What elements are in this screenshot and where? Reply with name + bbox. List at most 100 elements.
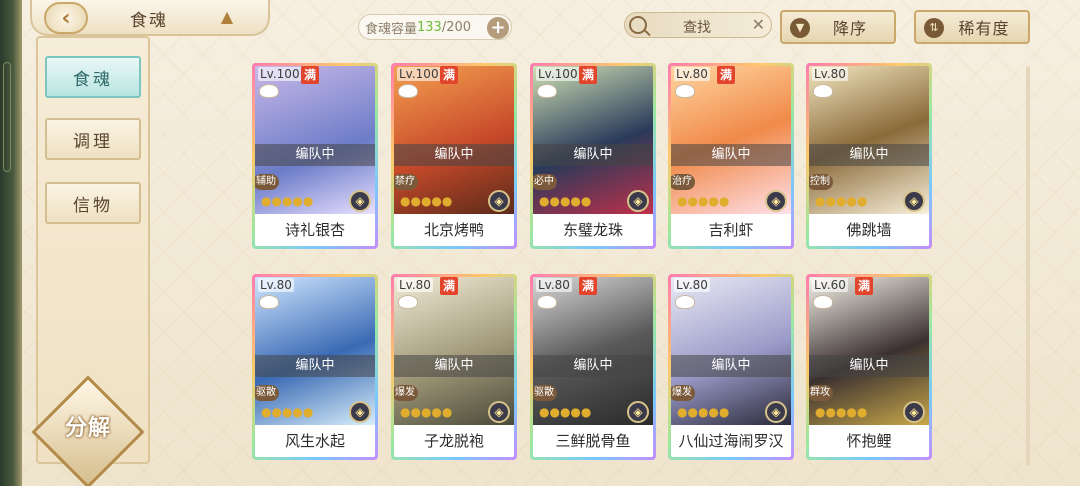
- sidebar-item-token[interactable]: 信物: [45, 182, 141, 224]
- in-team-banner: 编队中: [255, 355, 375, 377]
- food-soul-card[interactable]: Lv.80 满 编队中 爆发 ●●●●● ◈ 子龙脱袍: [391, 274, 517, 460]
- card-inner: Lv.80 编队中 控制 ●●●●● ◈ 佛跳墙: [809, 66, 929, 246]
- card-inner: Lv.60 满 编队中 群攻 ●●●●● ◈ 怀抱鲤: [809, 277, 929, 457]
- food-soul-card[interactable]: Lv.80 编队中 控制 ●●●●● ◈ 佛跳墙: [806, 63, 932, 249]
- search-box[interactable]: 查找 ✕: [624, 12, 772, 38]
- left-edge-panel: [0, 0, 22, 486]
- bowl-icon: [398, 84, 418, 98]
- food-soul-card[interactable]: Lv.100 满 编队中 辅助 ●●●●● ◈ 诗礼银杏: [252, 63, 378, 249]
- in-team-banner: 编队中: [809, 144, 929, 166]
- star-rating: ●●●●●: [261, 194, 314, 208]
- role-badge: 爆发: [671, 385, 695, 401]
- max-badge: 满: [855, 277, 873, 295]
- star-rating: ●●●●●: [677, 194, 730, 208]
- search-label: 查找: [683, 20, 711, 36]
- star-rating: ●●●●●: [815, 194, 868, 208]
- in-team-banner: 编队中: [671, 355, 791, 377]
- element-icon: ◈: [627, 401, 649, 423]
- element-icon: ◈: [488, 190, 510, 212]
- card-inner: Lv.80 满 编队中 驱散 ●●●●● ◈ 三鲜脱骨鱼: [533, 277, 653, 457]
- role-badge: 爆发: [394, 385, 418, 401]
- star-rating: ●●●●●: [261, 405, 314, 419]
- food-soul-card[interactable]: Lv.100 满 编队中 禁疗 ●●●●● ◈ 北京烤鸭: [391, 63, 517, 249]
- sidebar-item-cooking[interactable]: 调理: [45, 118, 141, 160]
- card-inner: Lv.100 满 编队中 辅助 ●●●●● ◈ 诗礼银杏: [255, 66, 375, 246]
- capacity-max: /200: [441, 19, 472, 35]
- descending-icon: ▼: [790, 18, 810, 38]
- card-level: Lv.80: [397, 278, 433, 292]
- role-badge: 必中: [533, 174, 557, 190]
- role-badge: 驱散: [255, 385, 279, 401]
- sort-descending-label: 降序: [832, 19, 867, 38]
- card-level: Lv.80: [258, 278, 294, 292]
- in-team-banner: 编队中: [394, 355, 514, 377]
- card-level: Lv.100: [536, 67, 580, 81]
- bowl-icon: [259, 84, 279, 98]
- card-name: 怀抱鲤: [809, 425, 929, 457]
- food-soul-card[interactable]: Lv.80 编队中 驱散 ●●●●● ◈ 风生水起: [252, 274, 378, 460]
- element-icon: ◈: [765, 401, 787, 423]
- card-name: 吉利虾: [671, 214, 791, 246]
- back-button[interactable]: ‹: [44, 2, 88, 34]
- sort-rarity-label: 稀有度: [958, 19, 1010, 38]
- element-icon: ◈: [903, 401, 925, 423]
- card-name: 东璧龙珠: [533, 214, 653, 246]
- sort-rarity-button[interactable]: ⇅ 稀有度: [914, 10, 1030, 44]
- star-rating: ●●●●●: [400, 405, 453, 419]
- card-level: Lv.100: [258, 67, 302, 81]
- back-arrow-icon: ‹: [61, 5, 71, 31]
- star-rating: ●●●●●: [539, 194, 592, 208]
- food-soul-card[interactable]: Lv.80 编队中 爆发 ●●●●● ◈ 八仙过海闹罗汉: [668, 274, 794, 460]
- element-icon: ◈: [903, 190, 925, 212]
- card-level: Lv.80: [536, 278, 572, 292]
- max-badge: 满: [301, 66, 319, 84]
- card-level: Lv.80: [674, 67, 710, 81]
- bowl-icon: [259, 295, 279, 309]
- decompose-label[interactable]: 分解: [46, 406, 130, 450]
- food-soul-card[interactable]: Lv.80 满 编队中 驱散 ●●●●● ◈ 三鲜脱骨鱼: [530, 274, 656, 460]
- in-team-banner: 编队中: [671, 144, 791, 166]
- food-soul-card[interactable]: Lv.60 满 编队中 群攻 ●●●●● ◈ 怀抱鲤: [806, 274, 932, 460]
- role-badge: 控制: [809, 174, 833, 190]
- max-badge: 满: [717, 66, 735, 84]
- clear-icon[interactable]: ✕: [752, 15, 765, 34]
- star-rating: ●●●●●: [815, 405, 868, 419]
- role-badge: 驱散: [533, 385, 557, 401]
- add-capacity-button[interactable]: +: [487, 17, 509, 39]
- card-name: 八仙过海闹罗汉: [671, 425, 791, 457]
- card-inner: Lv.80 满 编队中 治疗 ●●●●● ◈ 吉利虾: [671, 66, 791, 246]
- role-badge: 辅助: [255, 174, 279, 190]
- bowl-icon: [675, 84, 695, 98]
- card-inner: Lv.100 满 编队中 必中 ●●●●● ◈ 东璧龙珠: [533, 66, 653, 246]
- role-badge: 禁疗: [394, 174, 418, 190]
- max-badge: 满: [579, 277, 597, 295]
- bowl-icon: [813, 295, 833, 309]
- card-name: 风生水起: [255, 425, 375, 457]
- in-team-banner: 编队中: [394, 144, 514, 166]
- card-name: 子龙脱袍: [394, 425, 514, 457]
- crown-icon[interactable]: ▲: [216, 9, 238, 25]
- food-soul-card[interactable]: Lv.80 满 编队中 治疗 ●●●●● ◈ 吉利虾: [668, 63, 794, 249]
- card-level: Lv.100: [397, 67, 441, 81]
- card-inner: Lv.80 满 编队中 爆发 ●●●●● ◈ 子龙脱袍: [394, 277, 514, 457]
- element-icon: ◈: [349, 190, 371, 212]
- bowl-icon: [675, 295, 695, 309]
- sidebar-item-food-soul[interactable]: 食魂: [45, 56, 141, 98]
- card-name: 北京烤鸭: [394, 214, 514, 246]
- card-level: Lv.60: [812, 278, 848, 292]
- card-inner: Lv.100 满 编队中 禁疗 ●●●●● ◈ 北京烤鸭: [394, 66, 514, 246]
- element-icon: ◈: [349, 401, 371, 423]
- element-icon: ◈: [488, 401, 510, 423]
- star-rating: ●●●●●: [677, 405, 730, 419]
- card-name: 佛跳墙: [809, 214, 929, 246]
- max-badge: 满: [440, 66, 458, 84]
- food-soul-card[interactable]: Lv.100 满 编队中 必中 ●●●●● ◈ 东璧龙珠: [530, 63, 656, 249]
- scrollbar[interactable]: [1026, 66, 1030, 466]
- page-title: 食魂: [130, 11, 168, 31]
- element-icon: ◈: [765, 190, 787, 212]
- sort-descending-button[interactable]: ▼ 降序: [780, 10, 896, 44]
- edge-slot: [3, 62, 11, 172]
- in-team-banner: 编队中: [533, 355, 653, 377]
- capacity-display: 食魂容量 133 /200 +: [358, 14, 512, 40]
- element-icon: ◈: [627, 190, 649, 212]
